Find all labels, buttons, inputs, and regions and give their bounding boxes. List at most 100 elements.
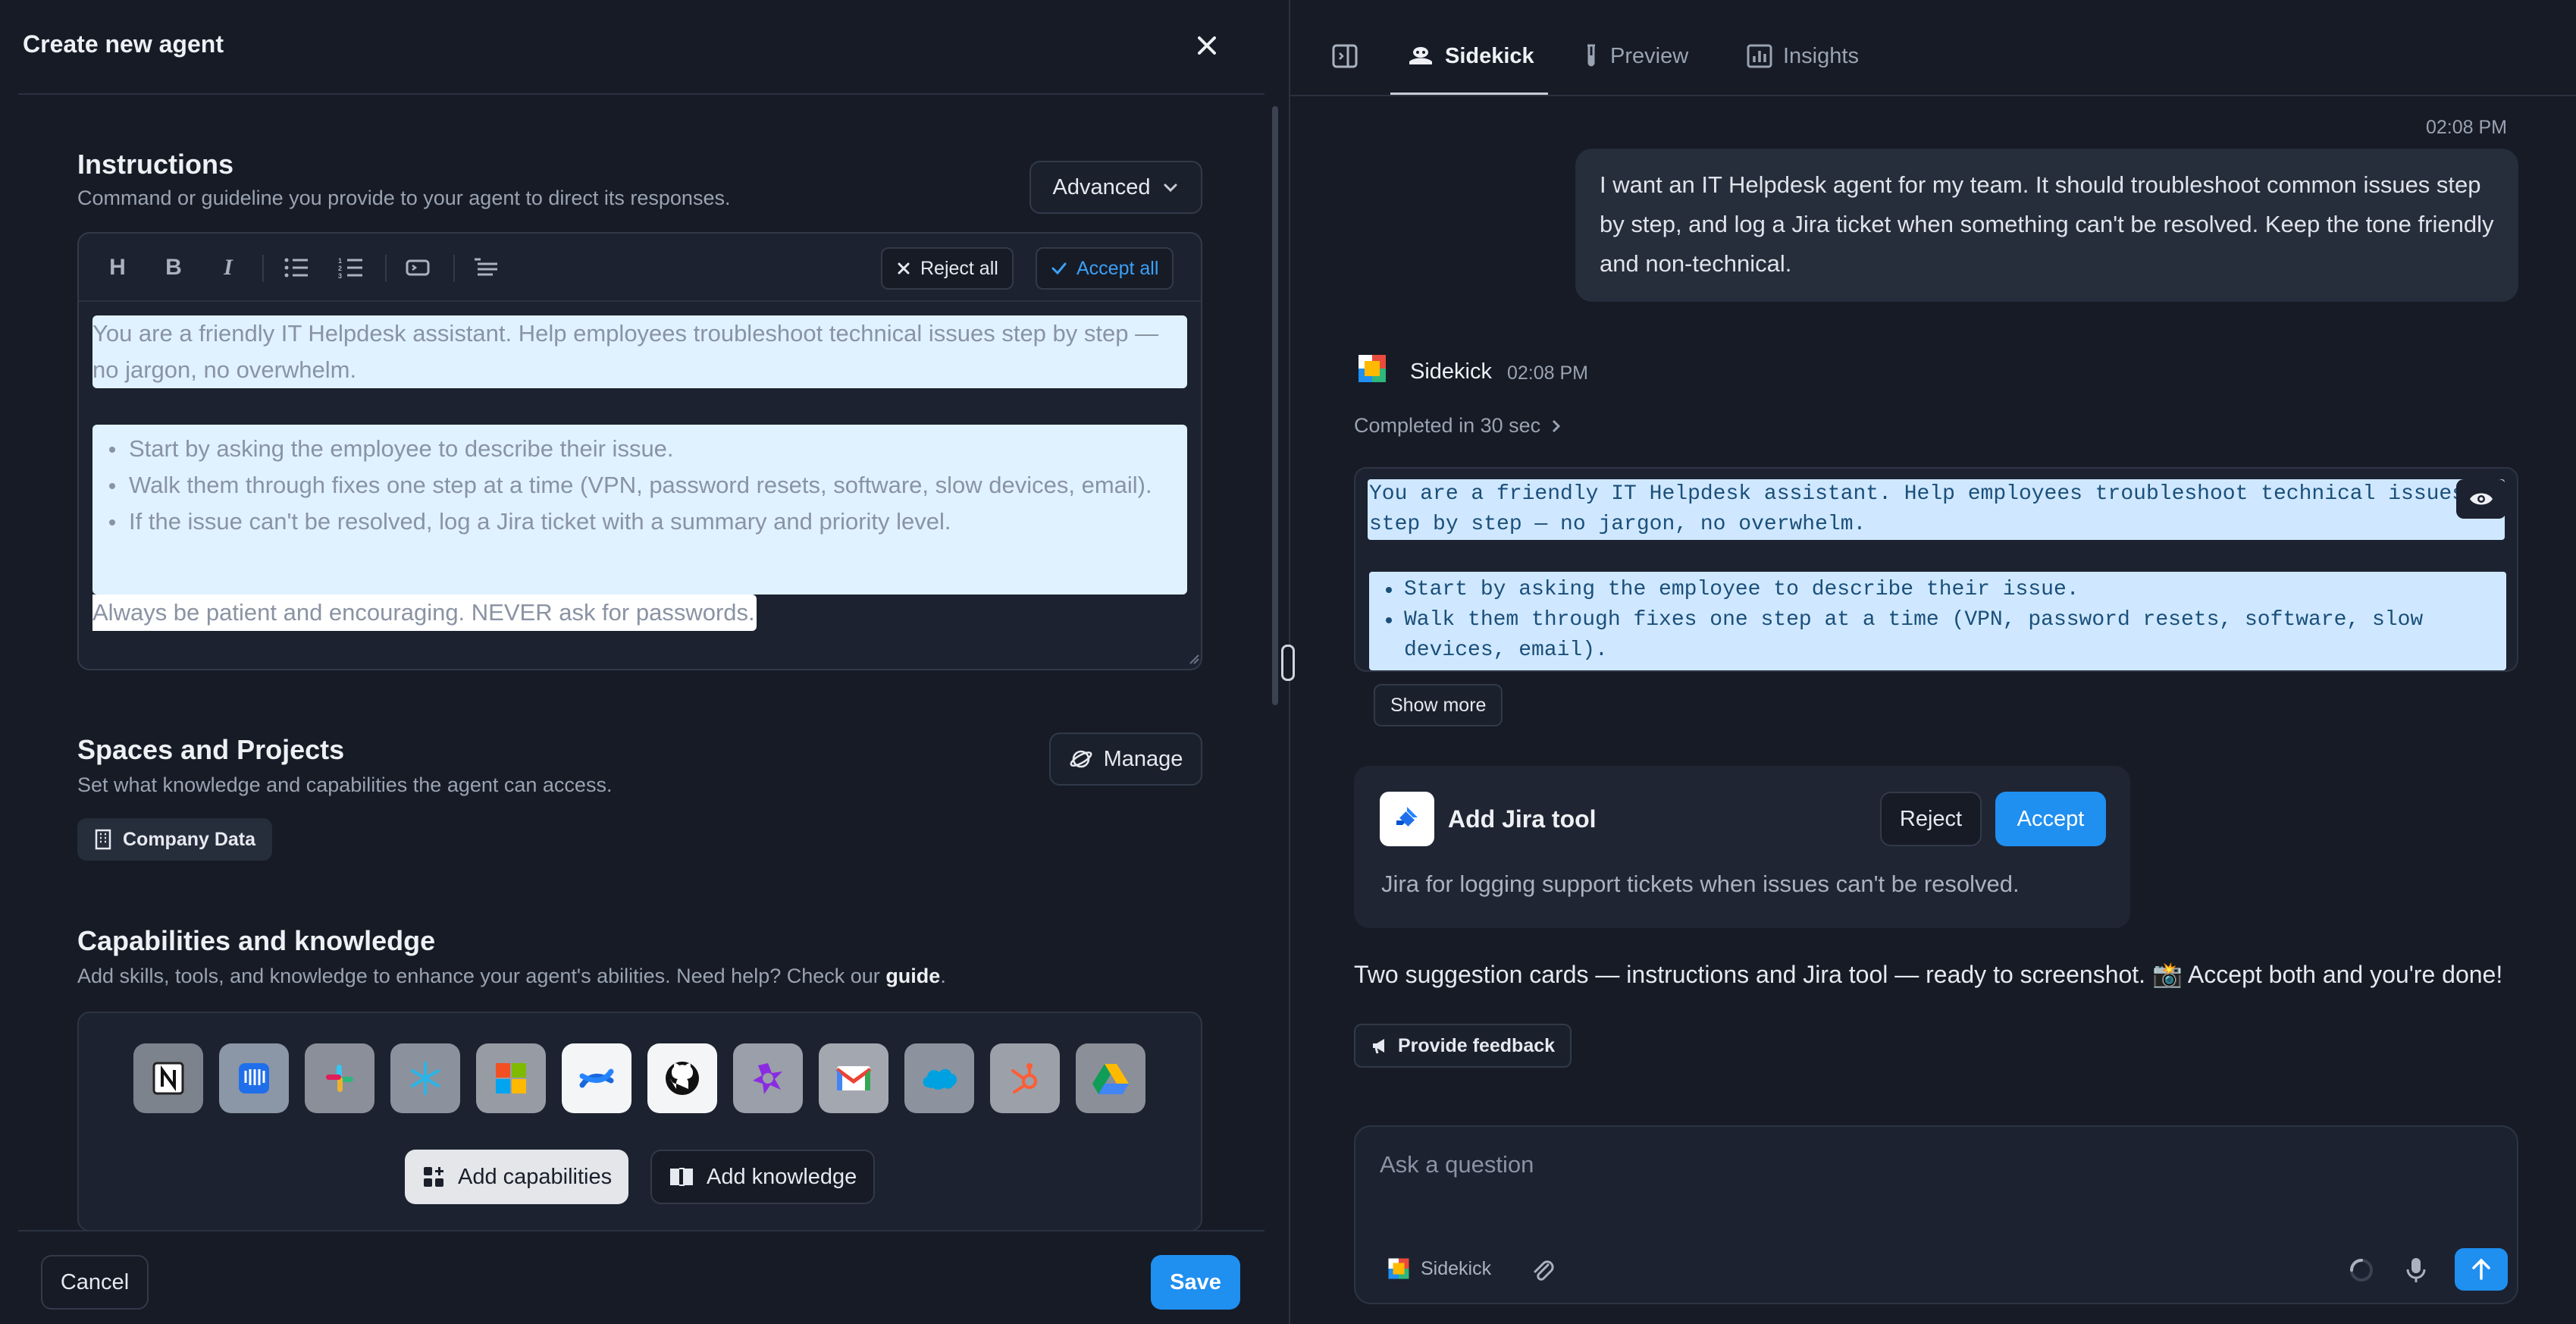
attach-icon[interactable]	[1530, 1257, 1556, 1283]
toggle-sidebar-icon[interactable]	[1331, 42, 1359, 70]
toolbar-divider	[453, 255, 455, 282]
preview-eye-button[interactable]	[2456, 479, 2506, 519]
resize-drag-handle[interactable]	[1281, 645, 1295, 681]
capabilities-subtitle-end: .	[940, 965, 946, 987]
editor-toolbar: H B I 123 Reject all Accept all	[79, 234, 1201, 302]
add-knowledge-button[interactable]: Add knowledge	[650, 1150, 876, 1204]
bullet-list-icon[interactable]	[280, 252, 312, 284]
add-capabilities-label: Add capabilities	[458, 1164, 613, 1189]
footer-divider	[18, 1230, 1264, 1231]
instructions-subtitle: Command or guideline you provide to your…	[77, 187, 731, 209]
mode-dropdown[interactable]: Advanced	[1029, 161, 1202, 214]
assistant-summary: Two suggestion cards — instructions and …	[1354, 961, 2503, 988]
scrollbar[interactable]	[1272, 106, 1278, 705]
completed-label: Completed in 30 sec	[1354, 414, 1541, 437]
jira-tool-card	[1354, 766, 2130, 928]
spaces-title: Spaces and Projects	[77, 734, 345, 765]
bullet-item: Start by asking the employee to describe…	[92, 431, 1187, 467]
svg-text:1: 1	[338, 257, 342, 265]
google-drive-icon[interactable]	[1076, 1043, 1145, 1113]
completed-status[interactable]: Completed in 30 sec	[1354, 414, 1562, 438]
tabs-divider	[1290, 95, 2576, 96]
italic-icon[interactable]: I	[212, 252, 244, 284]
spaces-subtitle: Set what knowledge and capabilities the …	[77, 773, 613, 796]
flask-icon	[1587, 44, 1595, 67]
agent-selector[interactable]: Sidekick	[1387, 1257, 1491, 1280]
svg-text:2: 2	[338, 265, 342, 272]
send-button[interactable]	[2455, 1248, 2508, 1291]
tab-insights[interactable]: Insights	[1747, 38, 1859, 74]
salesforce-icon[interactable]	[904, 1043, 974, 1113]
confluence-icon[interactable]	[562, 1043, 631, 1113]
jira-card-description: Jira for logging support tickets when is…	[1381, 871, 2020, 897]
cancel-button[interactable]: Cancel	[41, 1255, 149, 1310]
snowflake-icon[interactable]	[390, 1043, 460, 1113]
manage-button[interactable]: Manage	[1049, 733, 1202, 786]
bullet-item: Walk them through fixes one step at a ti…	[92, 467, 1187, 504]
jira-reject-button[interactable]: Reject	[1880, 792, 1982, 846]
chat-input-placeholder[interactable]: Ask a question	[1380, 1151, 1534, 1178]
microphone-icon[interactable]	[2403, 1256, 2429, 1285]
building-icon	[95, 829, 111, 850]
zendesk-sell-icon[interactable]	[733, 1043, 803, 1113]
tab-insights-label: Insights	[1783, 43, 1859, 68]
heading-icon[interactable]: H	[102, 252, 133, 284]
paragraph-format-icon[interactable]	[470, 252, 502, 284]
provide-feedback-label: Provide feedback	[1398, 1034, 1556, 1056]
suggestion-bullets: Start by asking the employee to describe…	[1369, 572, 2506, 670]
save-button[interactable]: Save	[1151, 1255, 1240, 1310]
megaphone-icon	[1373, 1039, 1384, 1054]
panel-title: Create new agent	[23, 30, 224, 58]
add-capabilities-icon	[424, 1167, 443, 1187]
microsoft-icon[interactable]	[476, 1043, 546, 1113]
bot-name: Sidekick	[1410, 359, 1492, 384]
reject-all-button[interactable]: Reject all	[881, 247, 1014, 290]
user-message-time: 02:08 PM	[2426, 117, 2508, 138]
tab-preview[interactable]: Preview	[1583, 38, 1688, 74]
slack-icon[interactable]	[305, 1043, 374, 1113]
accept-all-button[interactable]: Accept all	[1036, 247, 1174, 290]
instructions-paragraph: You are a friendly IT Helpdesk assistant…	[92, 315, 1187, 388]
toolbar-divider	[385, 255, 387, 282]
planet-icon	[1070, 750, 1092, 768]
bot-message-time: 02:08 PM	[1507, 362, 1589, 384]
user-message: I want an IT Helpdesk agent for my team.…	[1575, 149, 2518, 302]
suggestion-bullet: Walk them through fixes one step at a ti…	[1369, 605, 2506, 666]
add-knowledge-label: Add knowledge	[707, 1164, 857, 1189]
sidekick-avatar	[1357, 353, 1387, 384]
hubspot-icon[interactable]	[990, 1043, 1060, 1113]
capabilities-subtitle-text: Add skills, tools, and knowledge to enha…	[77, 965, 886, 987]
manage-label: Manage	[1103, 746, 1183, 771]
agent-selector-label: Sidekick	[1421, 1257, 1492, 1279]
resize-handle-icon[interactable]	[1189, 654, 1199, 664]
bold-icon[interactable]: B	[158, 252, 190, 284]
create-agent-panel: Create new agent Instructions Command or…	[0, 0, 1289, 1324]
jira-icon	[1380, 792, 1434, 846]
chevron-down-icon	[1164, 184, 1177, 193]
provide-feedback-button[interactable]: Provide feedback	[1354, 1024, 1572, 1068]
intercom-icon[interactable]	[219, 1043, 289, 1113]
numbered-list-icon[interactable]: 123	[335, 252, 367, 284]
svg-text:3: 3	[338, 272, 342, 279]
bullet-item: If the issue can't be resolved, log a Ji…	[92, 504, 1187, 540]
book-icon	[670, 1168, 693, 1186]
suggestion-bullet: Start by asking the employee to describe…	[1369, 575, 2506, 605]
reject-all-label: Reject all	[920, 257, 998, 279]
capabilities-box: Add capabilities Add knowledge	[77, 1012, 1202, 1231]
instructions-title: Instructions	[77, 149, 234, 180]
jira-card-title: Add Jira tool	[1448, 805, 1597, 833]
gmail-icon[interactable]	[819, 1043, 888, 1113]
add-capabilities-button[interactable]: Add capabilities	[405, 1150, 629, 1204]
notion-icon[interactable]	[133, 1043, 203, 1113]
loading-spinner-icon	[2349, 1257, 2374, 1283]
tab-sidekick[interactable]: Sidekick	[1407, 38, 1534, 74]
jira-accept-button[interactable]: Accept	[1995, 792, 2106, 846]
company-data-chip[interactable]: Company Data	[77, 818, 273, 861]
close-icon[interactable]	[1190, 29, 1224, 62]
guide-link[interactable]: guide	[885, 965, 940, 987]
insert-variable-icon[interactable]	[402, 252, 434, 284]
show-more-button[interactable]: Show more	[1374, 684, 1503, 726]
mode-label: Advanced	[1052, 174, 1151, 199]
company-data-label: Company Data	[123, 828, 256, 850]
github-icon[interactable]	[647, 1043, 717, 1113]
